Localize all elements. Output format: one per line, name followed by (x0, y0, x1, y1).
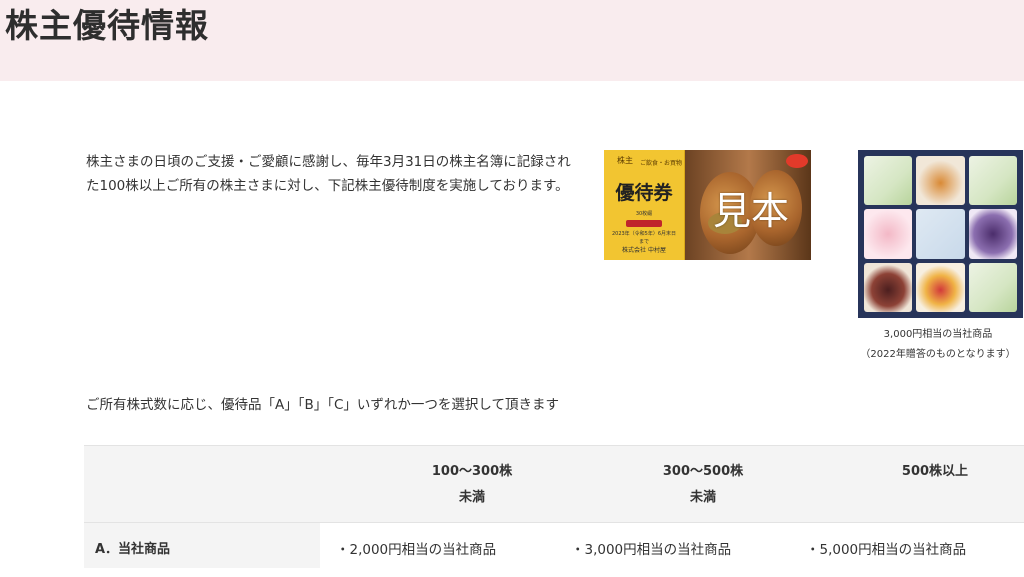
page-title: 株主優待情報 (5, 6, 209, 45)
gift-item (968, 209, 1017, 259)
voucher-corner-label: 株主 (617, 156, 633, 165)
gift-box-image (858, 150, 1023, 318)
sample-watermark: 見本 (712, 189, 789, 233)
voucher-count: 30枚綴 (635, 211, 653, 217)
gift-item (916, 156, 965, 206)
table-cell: ・5,000円相当の当社商品 (806, 542, 967, 558)
gift-item (916, 209, 965, 259)
table-cell: ・3,000円相当の当社商品 (571, 542, 732, 558)
table-row: A．当社商品 ・2,000円相当の当社商品 ・3,000円相当の当社商品 ・5,… (84, 523, 1024, 568)
voucher-red-stamp (626, 220, 662, 227)
header-line: 未満 (689, 490, 716, 505)
voucher-ticket-panel: 株主 ご飲食・お買物 優待券 30枚綴 2023年（令和5年）6月末日まで 株式… (604, 150, 685, 260)
brand-logo-icon (786, 154, 808, 168)
header-line: 300〜500株 (662, 464, 744, 479)
voucher-date: 2023年（令和5年）6月末日まで (611, 231, 677, 245)
gift-caption-line2: （2022年贈答のものとなります） (860, 349, 1016, 360)
header-line: 100〜300株 (431, 464, 513, 479)
gift-item (864, 209, 913, 259)
gift-item (968, 262, 1017, 312)
table-header-row: 100〜300株 未満 300〜500株 未満 500株以上 (84, 445, 1024, 523)
table-header-100-300: 100〜300株 未満 (397, 459, 547, 511)
header-line: 500株以上 (901, 464, 969, 479)
row-label-a: A．当社商品 (84, 523, 320, 568)
gift-item (864, 262, 913, 312)
voucher-name: 優待券 (615, 182, 673, 204)
header-line: 未満 (458, 490, 485, 505)
table-cell: ・2,000円相当の当社商品 (336, 542, 497, 558)
page-title-band: 株主優待情報 (0, 0, 1024, 81)
intro-text: 株主さまの日頃のご支援・ご愛顧に感謝し、毎年3月31日の株主名簿に記録された10… (86, 154, 571, 194)
voucher-sample-image: 株主 ご飲食・お買物 優待券 30枚綴 2023年（令和5年）6月末日まで 株式… (604, 150, 811, 260)
gift-caption: 3,000円相当の当社商品 （2022年贈答のものとなります） (848, 325, 1024, 365)
voucher-company: 株式会社 中村屋 (622, 247, 666, 254)
table-header-500-plus: 500株以上 (860, 459, 1010, 485)
gift-item (916, 262, 965, 312)
voucher-sub-label: ご飲食・お買物 (640, 160, 683, 167)
gift-item (864, 156, 913, 206)
gift-item (968, 156, 1017, 206)
gift-caption-line1: 3,000円相当の当社商品 (883, 329, 993, 340)
table-header-300-500: 300〜500株 未満 (628, 459, 778, 511)
benefit-table: 100〜300株 未満 300〜500株 未満 500株以上 A．当社商品 ・2… (84, 445, 1024, 568)
selection-instruction: ご所有株式数に応じ、優待品「A」「B」「C」いずれか一つを選択して頂きます (86, 397, 560, 413)
